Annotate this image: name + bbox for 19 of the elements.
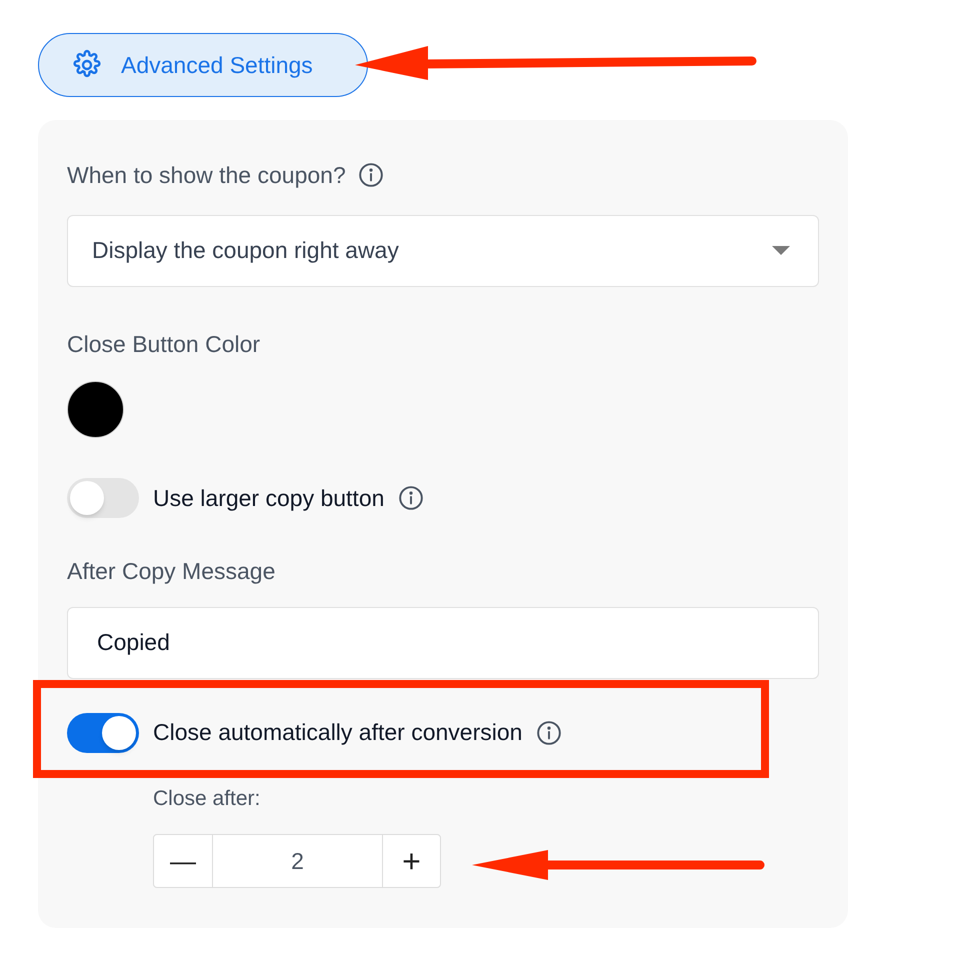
stepper-value: 2	[213, 835, 383, 887]
number-stepper[interactable]: — 2 +	[153, 834, 441, 888]
toggle-switch[interactable]	[67, 712, 139, 752]
decrement-button[interactable]: —	[154, 835, 213, 887]
info-icon[interactable]	[358, 162, 384, 188]
info-icon[interactable]	[398, 485, 424, 511]
caret-icon	[772, 246, 790, 256]
field-label: After Copy Message	[67, 557, 276, 586]
field-label: When to show the coupon?	[67, 161, 346, 190]
toggle-label: Use larger copy button	[153, 484, 384, 513]
info-icon[interactable]	[536, 720, 562, 746]
text-field[interactable]: Copied	[67, 606, 819, 678]
advanced-settings-button[interactable]: Advanced Settings	[38, 33, 368, 97]
dropdown-field[interactable]: Display the coupon right away	[67, 214, 819, 286]
increment-button[interactable]: +	[383, 835, 440, 887]
toggle-switch[interactable]	[67, 478, 139, 518]
toggle-label: Close automatically after conversion	[153, 718, 522, 748]
field-label: Close after:	[153, 786, 262, 812]
field-label: Close Button Color	[67, 330, 260, 358]
